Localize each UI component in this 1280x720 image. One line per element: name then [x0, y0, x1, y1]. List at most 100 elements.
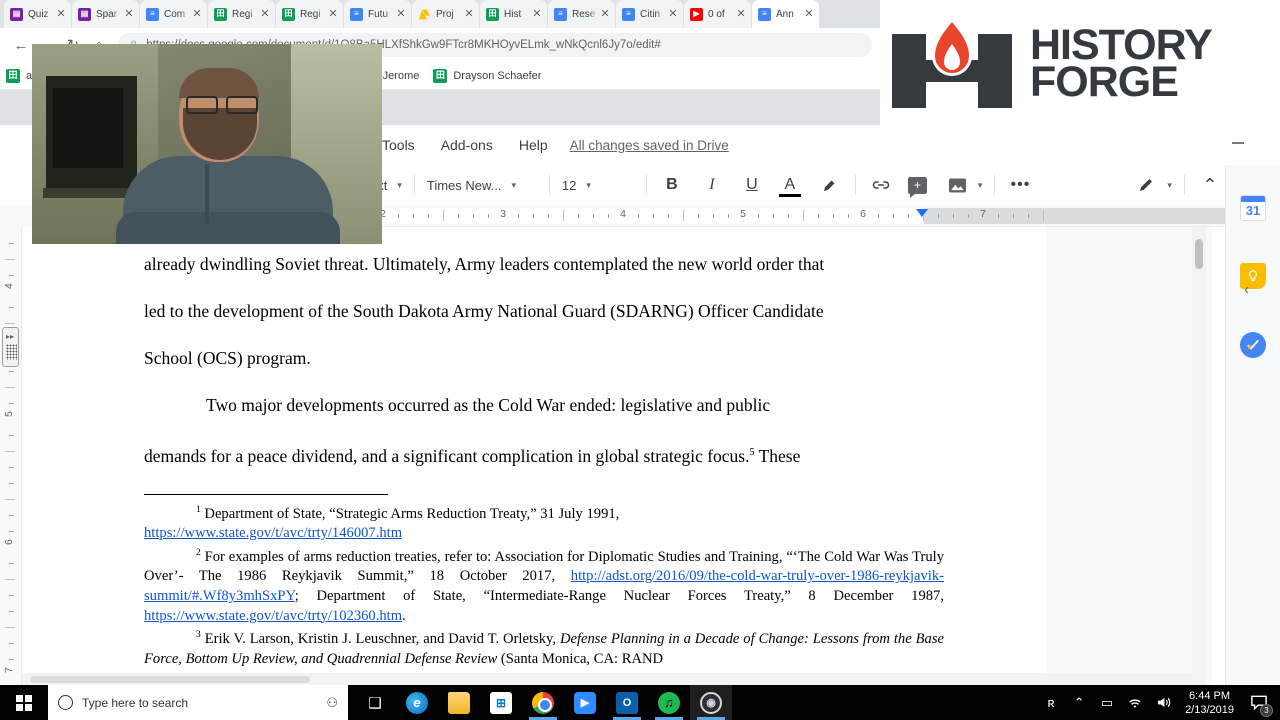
system-tray: ʀ ⌃ ▭ 6:44 PM 2/13/2019 3	[1037, 685, 1280, 720]
close-icon[interactable]: ✕	[463, 8, 475, 20]
font-dropdown[interactable]: Times New... ▾	[427, 178, 537, 193]
close-icon[interactable]: ✕	[395, 8, 407, 20]
close-icon[interactable]: ✕	[667, 8, 679, 20]
start-button[interactable]	[0, 685, 48, 720]
close-icon[interactable]: ✕	[735, 8, 747, 20]
more-options-button[interactable]: •••	[1007, 171, 1033, 199]
browser-tab-active[interactable]: ≡ Ann ✕	[752, 0, 819, 28]
back-icon[interactable]: ←	[8, 32, 34, 58]
zoom-glyph: ▶	[574, 691, 596, 714]
close-icon[interactable]: ✕	[123, 8, 135, 20]
close-icon[interactable]: ✕	[327, 8, 339, 20]
show-hidden-icons-icon[interactable]: ⌃	[1065, 685, 1093, 720]
browser-tab[interactable]: 田 Hist ✕	[480, 0, 547, 28]
bookmark-item[interactable]: 田 Drayson Schaefer	[433, 68, 541, 83]
insert-image-button[interactable]	[945, 171, 971, 199]
horizontal-scrollbar[interactable]	[22, 673, 1192, 685]
document-canvas[interactable]: already dwindling Soviet threat. Ultimat…	[22, 227, 1212, 685]
highlight-color-button[interactable]	[817, 171, 843, 199]
file-explorer-icon[interactable]	[438, 685, 480, 720]
underline-button[interactable]: U	[739, 171, 765, 199]
minimize-icon[interactable]	[1232, 142, 1244, 144]
google-chrome-icon[interactable]	[522, 685, 564, 720]
divider	[1183, 175, 1185, 195]
google-calendar-icon[interactable]: 31	[1240, 195, 1266, 221]
chevron-down-icon[interactable]: ▾	[1167, 180, 1172, 191]
footnote-marker[interactable]: 5	[750, 447, 755, 458]
paragraph-tail: These	[758, 445, 801, 466]
save-status[interactable]: All changes saved in Drive	[570, 138, 729, 153]
browser-tab[interactable]: Proj ✕	[412, 0, 479, 28]
screen: ▤ Quiz ✕ ▤ Spar ✕ ≡ Com ✕ 田 Regi ✕ 田 Reg	[0, 0, 1280, 720]
close-icon[interactable]: ✕	[259, 8, 271, 20]
google-tasks-icon[interactable]	[1240, 332, 1266, 358]
hide-menus-button[interactable]: ⌃	[1197, 171, 1223, 199]
browser-tab[interactable]: ≡ Rese ✕	[548, 0, 615, 28]
chevron-down-icon: ▾	[586, 179, 591, 190]
divider	[994, 175, 996, 195]
browser-tab[interactable]: ≡ Citin ✕	[616, 0, 683, 28]
tab-title: Proj	[436, 8, 454, 20]
close-icon[interactable]: ✕	[599, 8, 611, 20]
close-icon[interactable]: ✕	[531, 8, 543, 20]
document-body[interactable]: already dwindling Soviet threat. Ultimat…	[144, 241, 944, 669]
editing-mode-button[interactable]	[1133, 171, 1159, 199]
volume-icon[interactable]	[1149, 685, 1177, 720]
browser-tab[interactable]: ≡ Com ✕	[140, 0, 207, 28]
ruler-number: 7	[980, 208, 986, 220]
close-icon[interactable]: ✕	[55, 8, 67, 20]
bold-button[interactable]: B	[659, 171, 685, 199]
right-indent-marker[interactable]	[916, 209, 928, 217]
browser-tab[interactable]: 田 Regi ✕	[276, 0, 343, 28]
chevron-down-icon[interactable]: ▾	[397, 180, 402, 191]
chevron-down-icon[interactable]: ▾	[978, 180, 983, 191]
insert-link-button[interactable]	[868, 171, 894, 199]
tab-title: Rese	[572, 8, 596, 20]
scrollbar-thumb[interactable]	[30, 676, 310, 683]
footnote-number: 2	[196, 547, 201, 558]
history-forge-logo: HISTORY FORGE	[888, 18, 1213, 110]
footnote-link[interactable]: https://www.state.gov/t/avc/trty/102360.…	[144, 608, 402, 624]
vertical-ruler[interactable]: 4 5 6 7 ▸▸	[0, 227, 22, 685]
wifi-icon[interactable]	[1121, 685, 1149, 720]
action-center-icon[interactable]: 3	[1242, 685, 1276, 720]
divider	[854, 175, 856, 195]
expand-rail-icon[interactable]: ‹	[1244, 281, 1249, 298]
add-comment-button[interactable]: +	[907, 176, 927, 198]
menu-help[interactable]: Help	[511, 137, 556, 153]
microphone-icon[interactable]: ⚇	[326, 695, 338, 711]
footnote-link[interactable]: https://www.state.gov/t/avc/trty/146007.…	[144, 525, 402, 541]
chevron-down-icon: ▾	[511, 179, 517, 190]
close-icon[interactable]: ✕	[803, 8, 815, 20]
italic-button[interactable]: I	[699, 171, 725, 199]
microsoft-edge-icon[interactable]: e	[396, 685, 438, 720]
ruler-right-margin	[924, 208, 1225, 224]
webcam-overlay	[32, 44, 382, 244]
document-page[interactable]: already dwindling Soviet threat. Ultimat…	[22, 227, 1047, 685]
spotify-icon[interactable]: ♫	[648, 685, 690, 720]
browser-tab[interactable]: 田 Regi ✕	[208, 0, 275, 28]
close-icon[interactable]: ✕	[191, 8, 203, 20]
text-color-button[interactable]: A	[777, 171, 803, 199]
people-icon[interactable]: ʀ	[1037, 685, 1065, 720]
vertical-scrollbar[interactable]	[1192, 227, 1206, 685]
browser-tab[interactable]: ▶ 0 of ✕	[684, 0, 751, 28]
top-margin-handle[interactable]: ▸▸	[2, 327, 19, 367]
task-view-icon[interactable]: ❑	[354, 685, 396, 720]
menu-addons[interactable]: Add-ons	[433, 137, 501, 153]
browser-tab[interactable]: ▤ Quiz ✕	[4, 0, 71, 28]
docs-icon: ≡	[146, 7, 159, 21]
footnote-separator	[144, 493, 388, 495]
browser-tab[interactable]: ▤ Spar ✕	[72, 0, 139, 28]
obs-studio-icon[interactable]: ◉	[690, 685, 732, 720]
zoom-icon[interactable]: ▶	[564, 685, 606, 720]
taskbar-search-box[interactable]: Type here to search ⚇	[48, 685, 348, 720]
microsoft-store-icon[interactable]: ⊞	[480, 685, 522, 720]
browser-tab[interactable]: ≡ Futu ✕	[344, 0, 411, 28]
footnote-text-lead: Erik V. Larson, Kristin J. Leuschner, an…	[204, 630, 556, 647]
scrollbar-thumb[interactable]	[1195, 239, 1203, 269]
battery-icon[interactable]: ▭	[1093, 685, 1121, 720]
outlook-icon[interactable]: O	[606, 685, 648, 720]
font-size-dropdown[interactable]: 12 ▾	[562, 178, 634, 193]
taskbar-clock[interactable]: 6:44 PM 2/13/2019	[1177, 689, 1242, 717]
